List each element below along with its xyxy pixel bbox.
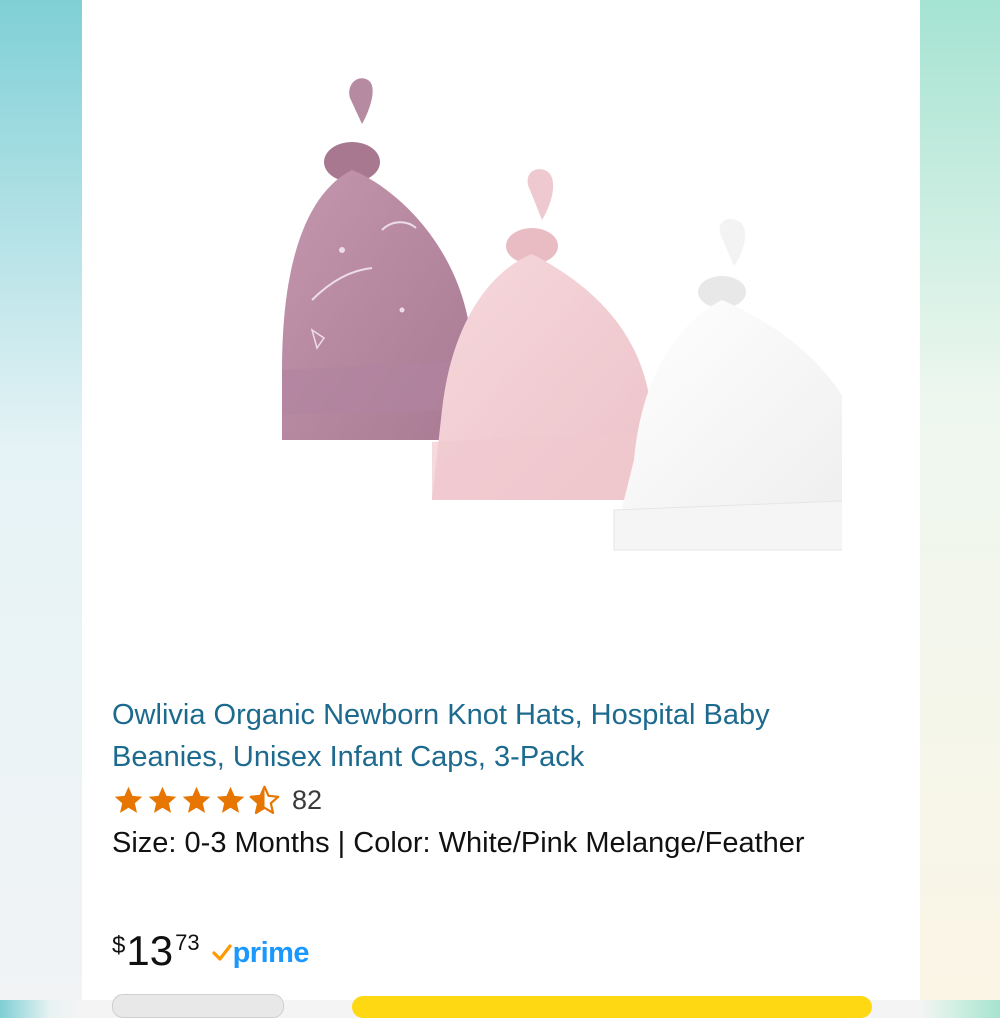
prime-label: prime (232, 937, 310, 969)
star-full-icon (216, 786, 245, 813)
star-half-icon (249, 785, 280, 814)
star-full-icon (182, 786, 211, 813)
product-image[interactable] (202, 70, 842, 590)
price-currency-symbol: $ (112, 932, 126, 959)
variant-details: Size: 0-3 Months | Color: White/Pink Mel… (112, 827, 805, 859)
product-title-link[interactable]: Owlivia Organic Newborn Knot Hats, Hospi… (112, 694, 882, 778)
add-to-cart-button[interactable] (352, 996, 872, 1018)
background-left-edge (0, 0, 82, 1000)
checkmark-icon (211, 944, 232, 961)
star-rating[interactable] (112, 784, 282, 817)
rating-count[interactable]: 82 (292, 785, 322, 816)
star-full-icon (148, 786, 177, 813)
pink-melange-hat (432, 169, 652, 500)
prime-badge: prime (211, 937, 310, 969)
price-fraction: 73 (175, 930, 200, 955)
price-row: $ 13 73 prime (112, 926, 310, 980)
background-right-edge (920, 0, 1000, 1000)
price-whole: 13 (126, 927, 174, 974)
rating-row[interactable]: 82 (112, 782, 322, 818)
white-hat (613, 218, 842, 551)
product-card[interactable]: Owlivia Organic Newborn Knot Hats, Hospi… (82, 0, 920, 1018)
star-full-icon (114, 786, 143, 813)
purple-feather-hat (282, 78, 472, 440)
quantity-button[interactable] (112, 994, 284, 1018)
